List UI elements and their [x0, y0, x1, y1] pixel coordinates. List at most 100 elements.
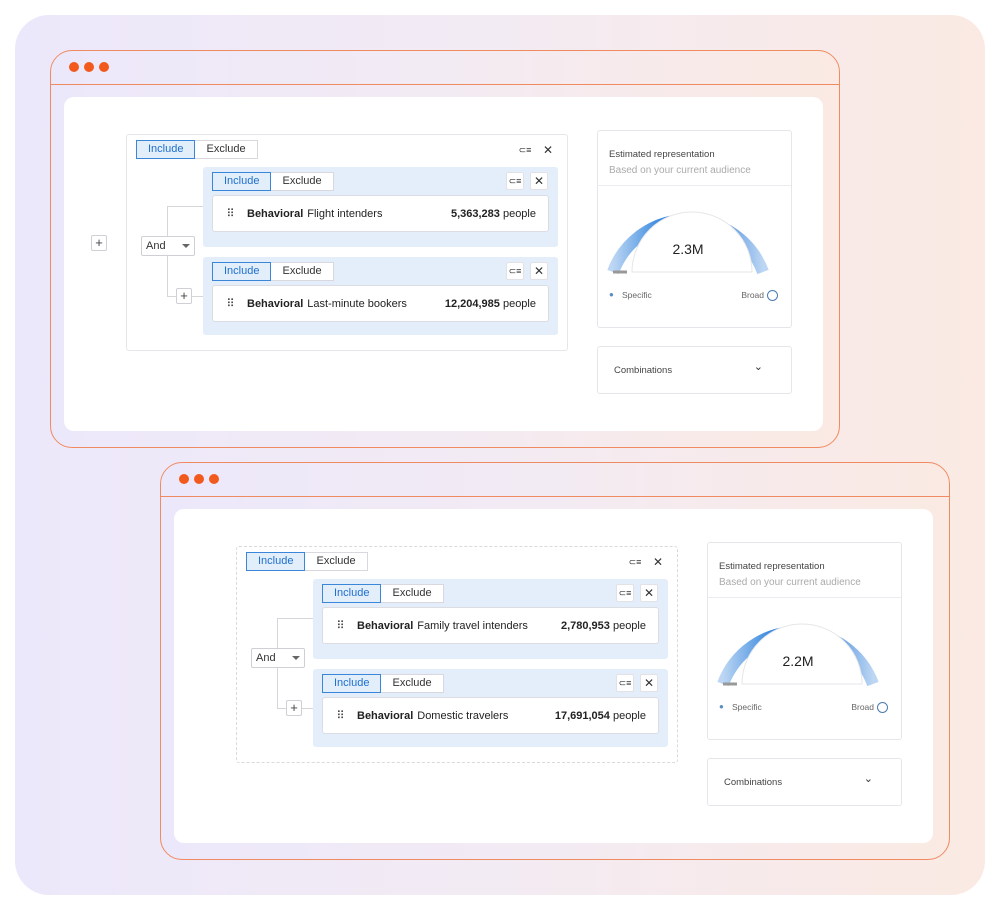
close-icon[interactable]: ✕	[539, 141, 557, 159]
browser-window-2: Include Exclude ⊂≡ ✕ And + Include Exclu…	[160, 462, 950, 860]
globe-icon	[877, 702, 888, 713]
estimate-subtitle: Based on your current audience	[719, 577, 861, 588]
exclude-option[interactable]: Exclude	[271, 172, 334, 191]
estimated-representation-panel: Estimated representation Based on your c…	[597, 130, 792, 328]
close-icon[interactable]: ✕	[640, 584, 658, 602]
include-option[interactable]: Include	[246, 552, 306, 571]
include-exclude-toggle: Include Exclude	[212, 262, 334, 281]
estimate-header: Estimated representation Based on your c…	[598, 131, 791, 186]
combinations-dropdown[interactable]: Combinations ⌄	[597, 346, 792, 394]
window-dot-icon[interactable]	[69, 62, 79, 72]
operator-label: And	[256, 652, 276, 664]
rule-group: Include Exclude ⊂≡ ✕ ⠿ Behavioral Family…	[313, 579, 668, 659]
window-titlebar	[51, 51, 839, 85]
window-dot-icon[interactable]	[179, 474, 189, 484]
estimated-representation-panel: Estimated representation Based on your c…	[707, 542, 902, 740]
rule-name: Flight intenders	[307, 207, 383, 220]
rule-count: 2,780,953 people	[561, 620, 646, 632]
include-exclude-toggle: Include Exclude	[322, 674, 444, 693]
exclude-option[interactable]: Exclude	[381, 674, 444, 693]
include-option[interactable]: Include	[136, 140, 196, 159]
group-settings-icon[interactable]: ⊂≡	[516, 141, 534, 159]
rule-count-value: 12,204,985	[444, 297, 500, 310]
drag-handle-icon[interactable]: ⠿	[323, 619, 357, 632]
chevron-down-icon: ⌄	[753, 361, 763, 373]
window-content: + Include Exclude ⊂≡ ✕ And + Include Exc…	[64, 97, 823, 431]
browser-window-1: + Include Exclude ⊂≡ ✕ And + Include Exc…	[50, 50, 840, 448]
rule-category: Behavioral	[247, 207, 304, 220]
drag-handle-icon[interactable]: ⠿	[213, 207, 247, 220]
operator-select[interactable]: And	[141, 236, 195, 256]
broad-label: Broad	[851, 702, 874, 712]
window-dot-icon[interactable]	[209, 474, 219, 484]
person-icon: ●	[609, 290, 614, 299]
rule-count-unit: people	[612, 619, 646, 632]
rule-group: Include Exclude ⊂≡ ✕ ⠿ Behavioral Last-m…	[203, 257, 558, 335]
rule-card[interactable]: ⠿ Behavioral Domestic travelers 17,691,0…	[322, 697, 659, 734]
chevron-down-icon: ⌄	[863, 773, 873, 785]
person-icon: ●	[719, 702, 724, 711]
close-icon[interactable]: ✕	[530, 262, 548, 280]
window-titlebar	[161, 463, 949, 497]
combinations-label: Combinations	[614, 365, 673, 376]
close-icon[interactable]: ✕	[640, 674, 658, 692]
window-dot-icon[interactable]	[99, 62, 109, 72]
estimate-title: Estimated representation	[719, 561, 825, 572]
audience-gauge: 2.2M	[717, 623, 879, 687]
exclude-option[interactable]: Exclude	[271, 262, 334, 281]
rule-count: 17,691,054 people	[555, 710, 646, 722]
rule-group: Include Exclude ⊂≡ ✕ ⠿ Behavioral Domest…	[313, 669, 668, 747]
include-option[interactable]: Include	[212, 262, 272, 281]
estimate-title: Estimated representation	[609, 149, 715, 160]
add-group-button[interactable]: +	[91, 235, 107, 251]
rule-count-value: 2,780,953	[560, 619, 610, 632]
rule-count: 12,204,985 people	[445, 298, 536, 310]
audience-gauge: 2.3M	[607, 211, 769, 275]
rule-category: Behavioral	[247, 297, 304, 310]
add-rule-button[interactable]: +	[176, 288, 192, 304]
include-option[interactable]: Include	[322, 674, 382, 693]
exclude-option[interactable]: Exclude	[381, 584, 444, 603]
exclude-option[interactable]: Exclude	[195, 140, 258, 159]
drag-handle-icon[interactable]: ⠿	[323, 709, 357, 722]
rule-name: Last-minute bookers	[307, 297, 407, 310]
operator-label: And	[146, 240, 166, 252]
include-option[interactable]: Include	[212, 172, 272, 191]
rule-count-unit: people	[502, 207, 536, 220]
add-rule-button[interactable]: +	[286, 700, 302, 716]
rule-name: Domestic travelers	[417, 709, 509, 722]
rule-group: Include Exclude ⊂≡ ✕ ⠿ Behavioral Flight…	[203, 167, 558, 247]
group-settings-icon[interactable]: ⊂≡	[506, 262, 524, 280]
caret-down-icon	[182, 244, 190, 248]
combinations-dropdown[interactable]: Combinations ⌄	[707, 758, 902, 806]
include-option[interactable]: Include	[322, 584, 382, 603]
estimate-subtitle: Based on your current audience	[609, 165, 751, 176]
drag-handle-icon[interactable]: ⠿	[213, 297, 247, 310]
window-content: Include Exclude ⊂≡ ✕ And + Include Exclu…	[174, 509, 933, 843]
gauge-value: 2.3M	[672, 241, 703, 257]
window-dot-icon[interactable]	[194, 474, 204, 484]
group-settings-icon[interactable]: ⊂≡	[626, 553, 644, 571]
group-settings-icon[interactable]: ⊂≡	[616, 674, 634, 692]
rule-count-value: 17,691,054	[554, 709, 610, 722]
caret-down-icon	[292, 656, 300, 660]
operator-select[interactable]: And	[251, 648, 305, 668]
specific-label: Specific	[732, 702, 762, 712]
audience-builder: Include Exclude ⊂≡ ✕ And + Include Exclu…	[126, 134, 568, 351]
window-dot-icon[interactable]	[84, 62, 94, 72]
close-icon[interactable]: ✕	[649, 553, 667, 571]
group-settings-icon[interactable]: ⊂≡	[616, 584, 634, 602]
rule-card[interactable]: ⠿ Behavioral Last-minute bookers 12,204,…	[212, 285, 549, 322]
estimate-header: Estimated representation Based on your c…	[708, 543, 901, 598]
top-include-exclude-toggle: Include Exclude	[136, 140, 258, 159]
exclude-option[interactable]: Exclude	[305, 552, 368, 571]
audience-builder: Include Exclude ⊂≡ ✕ And + Include Exclu…	[236, 546, 678, 763]
close-icon[interactable]: ✕	[530, 172, 548, 190]
group-settings-icon[interactable]: ⊂≡	[506, 172, 524, 190]
rule-count-unit: people	[612, 709, 646, 722]
rule-category: Behavioral	[357, 619, 414, 632]
rule-card[interactable]: ⠿ Behavioral Family travel intenders 2,7…	[322, 607, 659, 644]
rule-count-unit: people	[502, 297, 536, 310]
rule-name: Family travel intenders	[417, 619, 528, 632]
rule-card[interactable]: ⠿ Behavioral Flight intenders 5,363,283 …	[212, 195, 549, 232]
